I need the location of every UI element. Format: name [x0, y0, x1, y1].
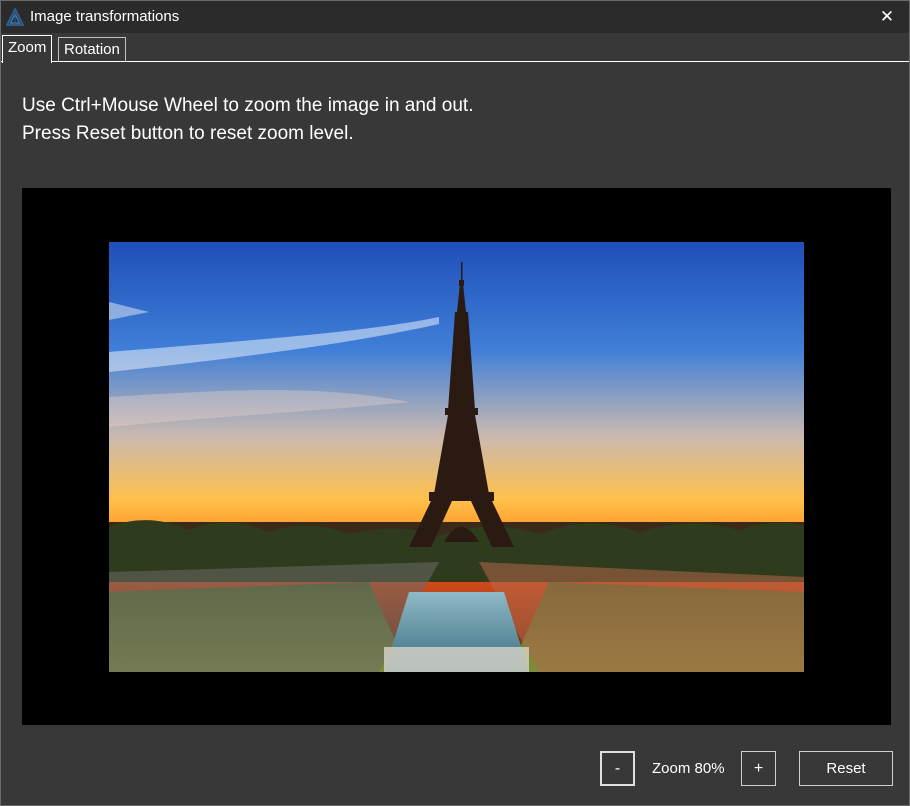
tab-rotation-label: Rotation — [64, 41, 120, 58]
image-transformations-window: Image transformations ✕ Zoom Rotation Us… — [0, 0, 910, 806]
zoom-controls: - Zoom 80% + Reset — [1, 750, 909, 790]
tab-rotation[interactable]: Rotation — [58, 37, 126, 61]
tab-zoom[interactable]: Zoom — [2, 35, 53, 63]
title-bar: Image transformations ✕ — [1, 1, 909, 33]
zoom-out-button[interactable]: - — [600, 751, 635, 786]
window-title: Image transformations — [30, 8, 180, 25]
zoom-tab-panel: Use Ctrl+Mouse Wheel to zoom the image i… — [1, 62, 909, 805]
instruction-line-2: Press Reset button to reset zoom level. — [22, 123, 354, 144]
delta-triangle-icon — [6, 8, 24, 26]
eiffel-tower-photo — [109, 242, 804, 672]
instructions: Use Ctrl+Mouse Wheel to zoom the image i… — [22, 92, 473, 148]
image-viewer[interactable] — [22, 188, 891, 725]
tab-strip: Zoom Rotation — [1, 33, 909, 63]
reset-button[interactable]: Reset — [799, 751, 893, 786]
tab-zoom-label: Zoom — [8, 39, 47, 56]
zoom-in-button[interactable]: + — [741, 751, 776, 786]
zoom-level-text: Zoom 80% — [652, 760, 725, 777]
close-button[interactable]: ✕ — [865, 1, 909, 33]
close-icon: ✕ — [879, 7, 895, 26]
reset-label: Reset — [826, 760, 866, 777]
zoom-in-label: + — [753, 759, 764, 777]
zoom-out-label: - — [614, 759, 621, 777]
instruction-line-1: Use Ctrl+Mouse Wheel to zoom the image i… — [22, 95, 474, 116]
